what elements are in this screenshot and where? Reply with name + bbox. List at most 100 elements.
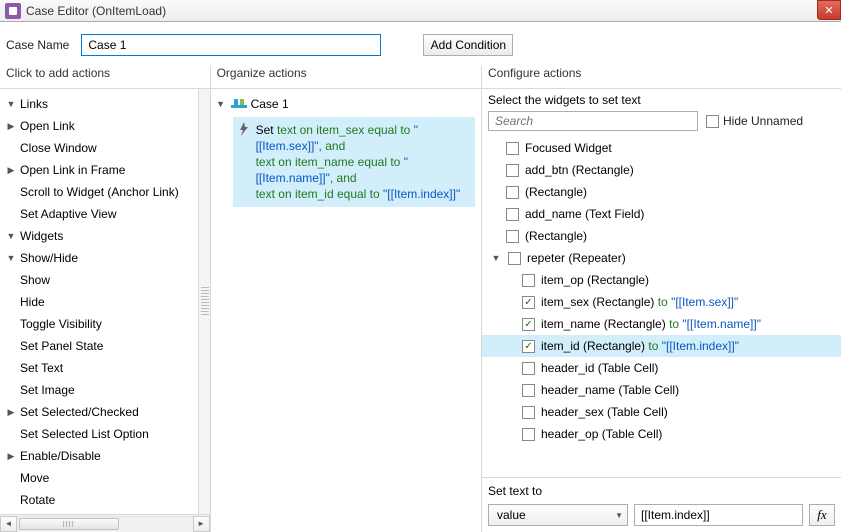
checkbox-icon[interactable]: [506, 230, 519, 243]
checkbox-icon[interactable]: [522, 384, 535, 397]
action-block[interactable]: Set text on item_sex equal to "[[Item.se…: [233, 117, 475, 207]
tree-widgets[interactable]: Widgets: [0, 225, 198, 247]
tree-label: Set Selected/Checked: [18, 405, 139, 419]
widget-row[interactable]: ✓item_sex (Rectangle) to "[[Item.sex]]": [482, 291, 841, 313]
hide-unnamed-option[interactable]: Hide Unnamed: [706, 114, 803, 128]
checkbox-icon[interactable]: ✓: [522, 296, 535, 309]
right-column: Configure actions Select the widgets to …: [482, 66, 841, 532]
widget-label: add_btn (Rectangle): [525, 163, 634, 177]
widget-row[interactable]: header_name (Table Cell): [482, 379, 841, 401]
chevron-right-icon[interactable]: [4, 165, 18, 176]
checkbox-icon[interactable]: [506, 208, 519, 221]
chevron-down-icon[interactable]: [215, 99, 227, 109]
widget-row[interactable]: header_id (Table Cell): [482, 357, 841, 379]
widget-label: (Rectangle): [525, 185, 587, 199]
checkbox-icon[interactable]: [522, 274, 535, 287]
widget-label: Focused Widget: [525, 141, 612, 155]
widget-row[interactable]: Focused Widget: [482, 137, 841, 159]
widget-row[interactable]: item_op (Rectangle): [482, 269, 841, 291]
tree-toggle[interactable]: Toggle Visibility: [0, 313, 198, 335]
tree-open-link-frame[interactable]: Open Link in Frame: [0, 159, 198, 181]
widget-row[interactable]: (Rectangle): [482, 181, 841, 203]
case-name-input[interactable]: [81, 34, 381, 56]
checkbox-icon[interactable]: ✓: [522, 318, 535, 331]
widget-row[interactable]: ✓item_id (Rectangle) to "[[Item.index]]": [482, 335, 841, 357]
search-input[interactable]: [488, 111, 698, 131]
chevron-down-icon[interactable]: [4, 231, 18, 241]
chevron-down-icon[interactable]: [4, 253, 18, 263]
chevron-down-icon[interactable]: [4, 99, 18, 109]
tree-label: Open Link in Frame: [18, 163, 125, 177]
scroll-left-button[interactable]: ◄: [0, 516, 17, 532]
mid-title: Organize actions: [211, 66, 481, 88]
widget-row[interactable]: header_op (Table Cell): [482, 423, 841, 445]
checkbox-icon[interactable]: ✓: [522, 340, 535, 353]
checkbox-icon[interactable]: [508, 252, 521, 265]
actions-tree-wrap: Links Open Link Close Window Open Link i…: [0, 88, 210, 532]
scroll-right-button[interactable]: ►: [193, 516, 210, 532]
checkbox-icon[interactable]: [522, 406, 535, 419]
checkbox-icon[interactable]: [706, 115, 719, 128]
chevron-down-icon: ▼: [615, 511, 623, 520]
tree-move[interactable]: Move: [0, 467, 198, 489]
tree-rotate[interactable]: Rotate: [0, 489, 198, 511]
widget-row[interactable]: header_sex (Table Cell): [482, 401, 841, 423]
close-icon: ✕: [824, 4, 833, 17]
tree-show-hide[interactable]: Show/Hide: [0, 247, 198, 269]
tree-set-selected[interactable]: Set Selected/Checked: [0, 401, 198, 423]
tree-set-text[interactable]: Set Text: [0, 357, 198, 379]
fx-button[interactable]: fx: [809, 504, 835, 526]
scroll-track[interactable]: [17, 516, 193, 532]
checkbox-icon[interactable]: [506, 186, 519, 199]
add-condition-button[interactable]: Add Condition: [423, 34, 513, 56]
checkbox-icon[interactable]: [506, 142, 519, 155]
repeater-row[interactable]: repeter (Repeater): [482, 247, 841, 269]
tree-label: Set Adaptive View: [18, 207, 117, 221]
tree-label: Show: [18, 273, 50, 287]
chevron-down-icon[interactable]: [490, 253, 502, 263]
vertical-scrollbar[interactable]: [198, 89, 210, 514]
tree-show[interactable]: Show: [0, 269, 198, 291]
tree-label: Rotate: [18, 493, 55, 507]
scroll-thumb[interactable]: [19, 518, 119, 530]
middle-column: Organize actions Case 1 Set text on item…: [211, 66, 482, 532]
value-input[interactable]: [634, 504, 803, 526]
tree-set-image[interactable]: Set Image: [0, 379, 198, 401]
tree-hide[interactable]: Hide: [0, 291, 198, 313]
value-dropdown[interactable]: value ▼: [488, 504, 628, 526]
configure-area: Select the widgets to set text Hide Unna…: [482, 88, 841, 532]
chevron-right-icon[interactable]: [4, 451, 18, 462]
case-row[interactable]: Case 1: [211, 93, 481, 115]
checkbox-icon[interactable]: [522, 362, 535, 375]
widget-row[interactable]: (Rectangle): [482, 225, 841, 247]
widget-row[interactable]: add_btn (Rectangle): [482, 159, 841, 181]
case-label: Case 1: [251, 97, 289, 111]
checkbox-icon[interactable]: [522, 428, 535, 441]
right-title: Configure actions: [482, 66, 841, 88]
actions-tree[interactable]: Links Open Link Close Window Open Link i…: [0, 89, 198, 514]
chevron-right-icon[interactable]: [4, 407, 18, 418]
tree-adaptive-view[interactable]: Set Adaptive View: [0, 203, 198, 225]
set-text-row: Set text to value ▼ fx: [482, 477, 841, 532]
widget-tree[interactable]: Focused Widget add_btn (Rectangle) (Rectan…: [482, 137, 841, 477]
tree-set-panel-state[interactable]: Set Panel State: [0, 335, 198, 357]
tree-links[interactable]: Links: [0, 93, 198, 115]
widget-label: header_sex (Table Cell): [541, 405, 668, 419]
tree-label: Show/Hide: [18, 251, 78, 265]
tree-label: Set Selected List Option: [18, 427, 149, 441]
tree-enable-disable[interactable]: Enable/Disable: [0, 445, 198, 467]
checkbox-icon[interactable]: [506, 164, 519, 177]
widget-row[interactable]: ✓item_name (Rectangle) to "[[Item.name]]…: [482, 313, 841, 335]
tree-close-window[interactable]: Close Window: [0, 137, 198, 159]
tree-set-list-option[interactable]: Set Selected List Option: [0, 423, 198, 445]
tree-scroll-widget[interactable]: Scroll to Widget (Anchor Link): [0, 181, 198, 203]
horizontal-scrollbar[interactable]: ◄ ►: [0, 514, 210, 532]
widget-row[interactable]: add_name (Text Field): [482, 203, 841, 225]
app-icon: [5, 3, 21, 19]
chevron-right-icon[interactable]: [4, 121, 18, 132]
close-button[interactable]: ✕: [817, 0, 841, 20]
tree-open-link[interactable]: Open Link: [0, 115, 198, 137]
tree-label: Enable/Disable: [18, 449, 101, 463]
case-name-label: Case Name: [6, 38, 69, 52]
widget-label: add_name (Text Field): [525, 207, 644, 221]
